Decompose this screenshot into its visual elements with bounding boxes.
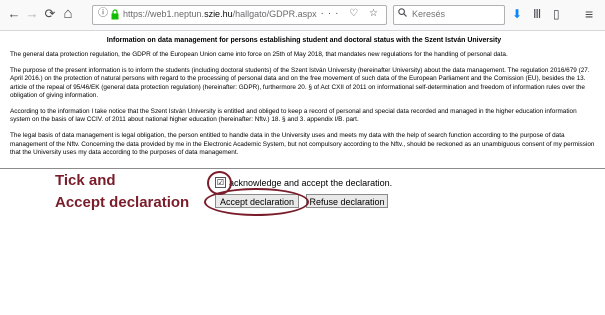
refuse-declaration-button[interactable]: Refuse declaration [306, 194, 388, 208]
sidebar-icon[interactable]: ▯ [553, 6, 560, 22]
star-icon[interactable]: ☆ [369, 8, 382, 19]
paragraph-record-keeping: According to the information I take noti… [10, 108, 577, 124]
accept-button-highlight-ellipse [204, 188, 309, 216]
annotation-tick: Tick and [55, 172, 116, 189]
info-icon[interactable]: ⓘ [97, 8, 109, 20]
url-prefix: https://web1.neptun. [123, 9, 205, 19]
url-actions: ··· ♡ ☆ [321, 8, 383, 19]
home-icon[interactable]: ⌂ [60, 6, 76, 22]
menu-icon[interactable]: ≡ [585, 6, 593, 22]
url-domain: szie.hu [204, 9, 233, 19]
reload-icon[interactable]: ⟳ [42, 6, 58, 22]
search-bar[interactable]: Keresés [393, 5, 505, 25]
annotation-accept: Accept declaration [55, 194, 190, 211]
url-bar[interactable]: ⓘ https://web1.neptun.szie.hu/hallgato/G… [92, 5, 387, 25]
search-icon [398, 8, 407, 20]
document-title: Information on data management for perso… [106, 37, 502, 44]
download-icon[interactable]: ⬇ [512, 6, 522, 22]
pocket-icon[interactable]: ♡ [349, 8, 362, 19]
library-icon[interactable]: Ⅲ [533, 6, 541, 22]
back-icon[interactable]: ← [6, 6, 22, 22]
browser-toolbar: ← → ⟳ ⌂ ⓘ https://web1.neptun.szie.hu/ha… [0, 0, 605, 31]
paragraph-gdpr-intro: The general data protection regulation, … [10, 51, 508, 58]
url-suffix: /hallgato/GDPR.aspx [232, 9, 317, 19]
content-divider [0, 168, 605, 169]
lock-icon[interactable] [111, 9, 119, 20]
declaration-document: Information on data management for perso… [10, 36, 598, 165]
paragraph-purpose: The purpose of the present information i… [10, 67, 590, 99]
paragraph-legal-basis: The legal basis of data management is le… [10, 132, 595, 156]
url-text: https://web1.neptun.szie.hu/hallgato/GDP… [123, 9, 317, 19]
forward-icon[interactable]: → [24, 6, 40, 22]
search-placeholder: Keresés [412, 9, 446, 19]
page-actions-icon[interactable]: ··· [321, 8, 343, 19]
checkbox-label: acknowledge and accept the declaration. [229, 178, 393, 188]
